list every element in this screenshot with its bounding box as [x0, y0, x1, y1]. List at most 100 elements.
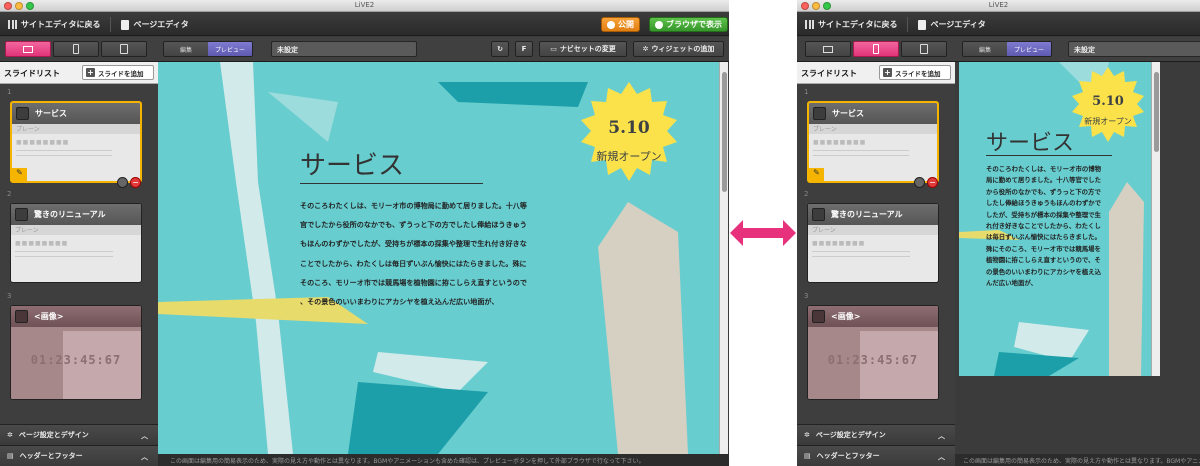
slide-card-1[interactable]: サービス プレーン ■■■■■■■■ ✎ [807, 101, 939, 183]
plus-icon: + [86, 68, 95, 77]
slide-placeholder: ■■■■■■■■ [16, 139, 70, 146]
mode-toggle: 編集 プレビュー [962, 41, 1052, 57]
slide-layout: プレーン [12, 124, 140, 134]
gear-icon: ✲ [804, 431, 810, 439]
tablet-view-button[interactable] [901, 41, 947, 57]
desktop-view-button[interactable] [805, 41, 851, 57]
edit-mode-button[interactable]: 編集 [963, 42, 1007, 56]
slide-placeholder: ■■■■■■■■ [15, 240, 69, 247]
grid-icon [8, 20, 17, 29]
navset-icon: ▭ [550, 45, 557, 53]
slide-preview-mobile: 5.10 新規オープン サービス そのころわたくしは、モリーオ市の博物 局に勤め… [959, 62, 1151, 376]
slide-card-3[interactable]: <画像> 01:23:45:67 [10, 305, 142, 400]
double-arrow-icon [730, 220, 796, 246]
preview-mode-button[interactable]: プレビュー [1007, 42, 1051, 56]
slide-layout: プレーン [11, 225, 141, 235]
slide-layout: プレーン [808, 225, 938, 235]
desktop-icon [23, 45, 33, 53]
layout-icon: ▤ [7, 452, 14, 460]
badge-date: 5.10 [1092, 94, 1124, 109]
editor-window-mobile: LiVE2 サイトエディタに戻る ページエディタ 編集 プレビュー 未設定 スラ… [797, 0, 1200, 466]
slide-card-2[interactable]: 驚きのリニューアル プレーン ■■■■■■■■ [807, 203, 939, 283]
add-widget-button[interactable]: ✲ ウィジェットの追加 [633, 41, 724, 57]
gear-icon: ✲ [7, 431, 13, 439]
tablet-icon [120, 44, 128, 54]
slide-timer: 01:23:45:67 [827, 353, 919, 367]
globe-icon [655, 20, 663, 29]
view-in-browser-button[interactable]: ブラウザで表示 [649, 17, 728, 32]
page-design-panel-toggle[interactable]: ✲ ページ設定とデザイン ︿ [0, 424, 158, 445]
slide-layout: プレーン [809, 124, 937, 134]
mode-toggle: 編集 プレビュー [163, 41, 253, 57]
phone-icon [873, 44, 879, 54]
phone-view-button[interactable] [53, 41, 99, 57]
phone-view-button[interactable] [853, 41, 899, 57]
header-footer-panel-toggle[interactable]: ▤ ヘッダーとフッター ︿ [797, 445, 955, 466]
phone-icon [73, 44, 79, 54]
slide-body-text: そのころわたくしは、モリーオ市の博物 局に勤めて居りました。十八等官でした から… [986, 165, 1102, 288]
status-notice: この画面は編集用の簡易表示のため、実際の見え方や動作とは異なります。BGMやアニ… [158, 454, 729, 466]
page-icon [918, 19, 927, 30]
preview-scrollbar[interactable] [719, 62, 728, 454]
device-toolbar: 編集 プレビュー 未設定 ↻ F ▭ ナビセットの変更 ✲ ウィジェットの追加 [0, 37, 729, 62]
duplicate-icon[interactable] [914, 177, 925, 188]
page-editor-title: ページエディタ [133, 20, 189, 29]
delete-slide-icon[interactable]: − [927, 177, 938, 188]
title-bar: LiVE2 [797, 0, 1200, 12]
publish-button[interactable]: 公開 [601, 17, 640, 32]
back-to-site-editor-button[interactable]: サイトエディタに戻る ページエディタ [805, 17, 986, 32]
status-field[interactable]: 未設定 [271, 41, 417, 57]
status-field[interactable]: 未設定 [1068, 41, 1200, 57]
duplicate-icon[interactable] [117, 177, 128, 188]
slide-number: 3 [804, 292, 809, 300]
add-slide-button[interactable]: + スライドを追加 [82, 65, 154, 80]
slide-title: 驚きのリニューアル [34, 210, 106, 219]
chevron-up-icon: ︿ [938, 432, 945, 440]
refresh-button[interactable]: ↻ [491, 41, 509, 57]
navset-change-button[interactable]: ▭ ナビセットの変更 [539, 41, 627, 57]
slide-title: <画像> [831, 312, 861, 321]
header-footer-panel-toggle[interactable]: ▤ ヘッダーとフッター ︿ [0, 445, 158, 466]
slide-card-2[interactable]: 驚きのリニューアル プレーン ■■■■■■■■ [10, 203, 142, 283]
camera-icon [15, 310, 28, 323]
camera-icon [812, 310, 825, 323]
text-slide-icon [813, 107, 826, 120]
preview-mode-button[interactable]: プレビュー [208, 42, 252, 56]
slide-card-3[interactable]: <画像> 01:23:45:67 [807, 305, 939, 400]
delete-slide-icon[interactable]: − [130, 177, 141, 188]
desktop-icon [823, 45, 833, 53]
layout-icon: ▤ [804, 452, 811, 460]
slide-title: サービス [832, 109, 864, 118]
slide-card-1[interactable]: サービス プレーン ■■■■■■■■ ✎ [10, 101, 142, 183]
f-button[interactable]: F [515, 41, 533, 57]
tablet-view-button[interactable] [101, 41, 147, 57]
slide-sidebar: スライドリスト + スライドを追加 1 サービス プレーン ■■■■■■■■ ✎ … [0, 62, 158, 466]
grid-icon [805, 20, 814, 29]
main-toolbar: サイトエディタに戻る ページエディタ 公開 ブラウザで表示 [0, 12, 729, 36]
status-notice: この画面は編集用の簡易表示のため、実際の見え方や動作とは異なります。BGMやアニ… [955, 454, 1200, 466]
slide-list: 1 サービス プレーン ■■■■■■■■ ✎ − 2 驚きのリニューアル プレー… [797, 84, 955, 424]
slide-title: 驚きのリニューアル [831, 210, 903, 219]
preview-scrollbar[interactable] [1151, 62, 1160, 376]
back-label: サイトエディタに戻る [21, 20, 101, 29]
tablet-icon [920, 44, 928, 54]
slide-placeholder: ■■■■■■■■ [813, 139, 867, 146]
text-slide-icon [15, 208, 28, 221]
badge-text: 新規オープン [1084, 117, 1132, 126]
slide-list: 1 サービス プレーン ■■■■■■■■ ✎ − 2 驚きのリニューアル プレー… [0, 84, 158, 424]
badge-date: 5.10 [608, 118, 650, 138]
slide-number: 1 [7, 88, 12, 96]
slide-list-title: スライドリスト [4, 69, 60, 78]
desktop-view-button[interactable] [5, 41, 51, 57]
slide-title-heading: サービス [986, 131, 1075, 156]
add-slide-button[interactable]: + スライドを追加 [879, 65, 951, 80]
slide-sidebar: スライドリスト + スライドを追加 1 サービス プレーン ■■■■■■■■ ✎ … [797, 62, 955, 466]
back-to-site-editor-button[interactable]: サイトエディタに戻る ページエディタ [8, 17, 189, 32]
slide-list-title: スライドリスト [801, 69, 857, 78]
pencil-icon[interactable]: ✎ [12, 168, 27, 181]
title-underline [300, 183, 483, 184]
page-design-panel-toggle[interactable]: ✲ ページ設定とデザイン ︿ [797, 424, 955, 445]
pencil-icon[interactable]: ✎ [809, 168, 824, 181]
edit-mode-button[interactable]: 編集 [164, 42, 208, 56]
refresh-icon: ↻ [497, 45, 503, 53]
